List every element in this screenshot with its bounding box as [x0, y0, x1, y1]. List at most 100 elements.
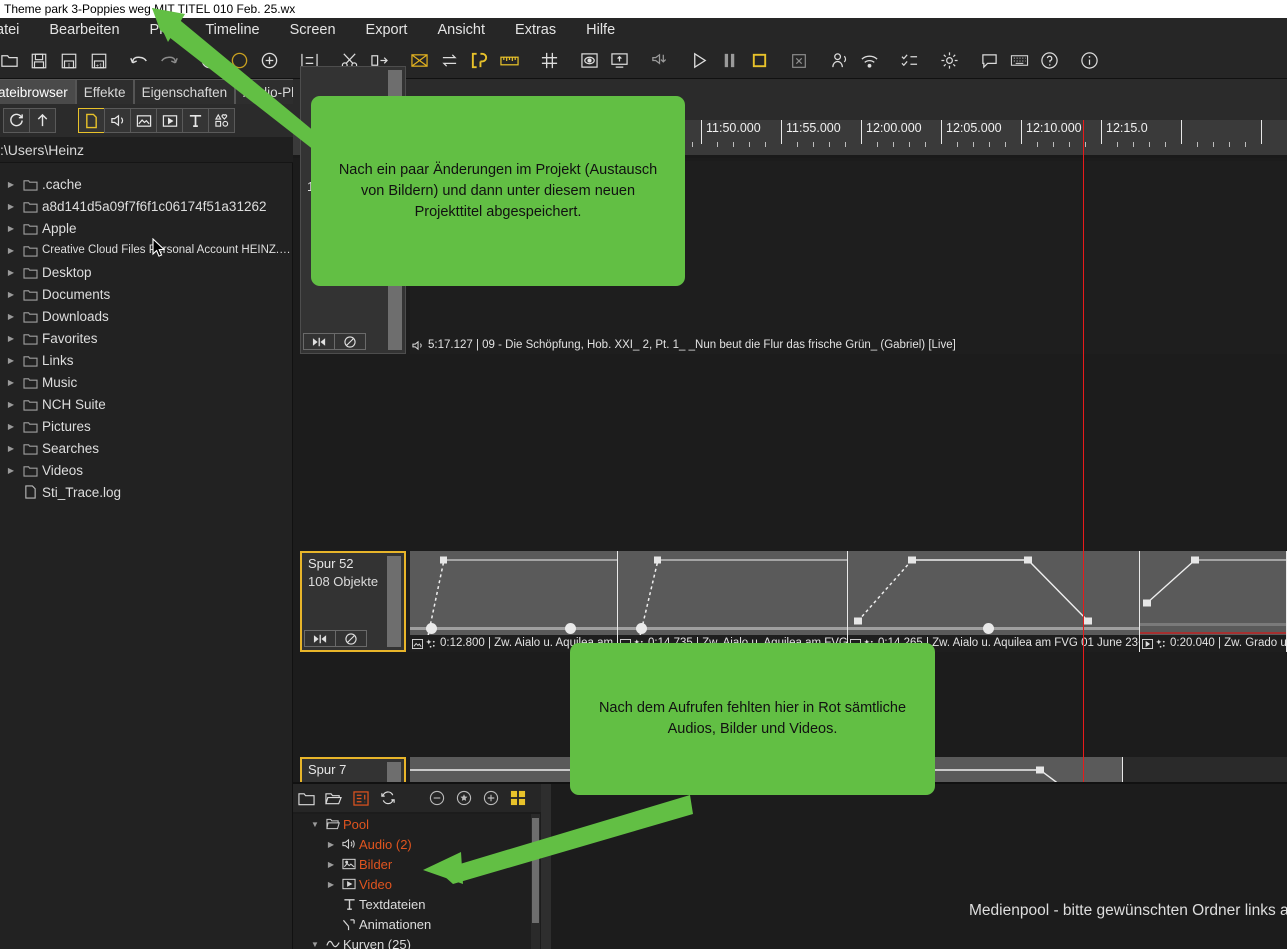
stop-icon[interactable] [744, 46, 774, 76]
track-center-icon[interactable] [304, 630, 336, 647]
expand-arrow-icon[interactable]: ▶ [4, 312, 18, 321]
image-filter-icon[interactable] [130, 108, 157, 133]
audio-filter-icon[interactable] [104, 108, 131, 133]
track-volume-slider[interactable] [387, 556, 401, 647]
preview-monitor-icon[interactable] [574, 46, 604, 76]
list-item[interactable]: ▶ Documents [0, 283, 293, 305]
open-folder-icon[interactable] [320, 785, 347, 811]
expand-arrow-icon[interactable]: ▶ [4, 466, 18, 475]
expand-arrow-icon[interactable]: ▶ [4, 180, 18, 189]
tree-item-textdateien[interactable]: Textdateien [293, 894, 531, 914]
list-item[interactable]: ▶ Downloads [0, 305, 293, 327]
zoom-in-icon[interactable] [477, 785, 504, 811]
expand-arrow-icon[interactable]: ▶ [323, 840, 339, 849]
track-body[interactable]: 0:12.800 | Zw. Aialo u. Aquilea am FVG 0… [410, 551, 1287, 652]
media-pool-tree[interactable]: ▼ Pool ▶ Audio (2) ▶ Bilder ▶ Video Text… [293, 814, 531, 949]
menu-item-extras[interactable]: Extras [500, 18, 571, 43]
zoom-out-icon[interactable] [194, 46, 224, 76]
media-pool-content[interactable]: Medienpool - bitte gewünschten Ordner li… [551, 784, 1287, 949]
export-frame-icon[interactable] [604, 46, 634, 76]
collapse-arrow-icon[interactable]: ▼ [307, 820, 323, 829]
expand-arrow-icon[interactable]: ▶ [4, 334, 18, 343]
refresh-icon[interactable] [3, 108, 30, 133]
expand-arrow-icon[interactable]: ▶ [4, 246, 18, 255]
tab-dateibrowser[interactable]: ateibrowser [0, 79, 76, 104]
expand-arrow-icon[interactable]: ▶ [4, 400, 18, 409]
help-icon[interactable] [1034, 46, 1064, 76]
chroma-key-icon[interactable] [464, 46, 494, 76]
menu-item-hilfe[interactable]: Hilfe [571, 18, 630, 43]
list-item[interactable]: ▶ Creative Cloud Files Personal Account … [0, 239, 293, 261]
new-folder-icon[interactable] [293, 785, 320, 811]
expand-arrow-icon[interactable]: ▶ [4, 290, 18, 299]
track-row[interactable]: Spur 52 108 Objekte 0:12.800 | Zw. Aialo… [293, 551, 1287, 654]
text-filter-icon[interactable] [182, 108, 209, 133]
refresh-icon[interactable] [374, 785, 401, 811]
file-browser-list[interactable]: ▶ .cache ▶ a8d141d5a09f7f6f1c06174f51a31… [0, 167, 293, 949]
tree-item-kurven[interactable]: ▼ Kurven (25) [293, 934, 531, 949]
list-item[interactable]: ▶ Music [0, 371, 293, 393]
undo-icon[interactable] [124, 46, 154, 76]
misc-filter-icon[interactable] [208, 108, 235, 133]
comment-icon[interactable] [974, 46, 1004, 76]
track-mute-icon[interactable] [335, 630, 367, 647]
checklist-icon[interactable] [894, 46, 924, 76]
menu-item-projekt[interactable]: Pr... [135, 18, 191, 43]
pool-splitter[interactable] [541, 784, 551, 949]
expand-arrow-icon[interactable]: ▶ [4, 378, 18, 387]
redo-icon[interactable] [154, 46, 184, 76]
grid-view-icon[interactable] [504, 785, 531, 811]
zoom-in-icon[interactable] [254, 46, 284, 76]
play-icon[interactable] [684, 46, 714, 76]
tab-effekte[interactable]: Effekte [75, 79, 134, 104]
cancel-render-icon[interactable] [784, 46, 814, 76]
info-icon[interactable] [1074, 46, 1104, 76]
list-item[interactable]: ▶ Videos [0, 459, 293, 481]
pool-info-icon[interactable] [347, 785, 374, 811]
list-item[interactable]: ▶ Searches [0, 437, 293, 459]
grid-icon[interactable] [534, 46, 564, 76]
clip[interactable]: 0:14.735 | Zw. Aialo u. Aquilea am FVG 0… [618, 551, 848, 652]
list-item[interactable]: ▶ .cache [0, 173, 293, 195]
tree-item-audio[interactable]: ▶ Audio (2) [293, 834, 531, 854]
list-item[interactable]: ▶ Links [0, 349, 293, 371]
gear-icon[interactable] [934, 46, 964, 76]
list-item[interactable]: Sti_Trace.log [0, 481, 293, 503]
expand-arrow-icon[interactable]: ▶ [4, 422, 18, 431]
track-mute-icon[interactable] [334, 333, 366, 350]
expand-arrow-icon[interactable]: ▶ [4, 356, 18, 365]
ruler-icon[interactable] [494, 46, 524, 76]
zoom-fit-icon[interactable] [224, 46, 254, 76]
list-item[interactable]: ▶ Favorites [0, 327, 293, 349]
crossfade-icon[interactable] [404, 46, 434, 76]
expand-arrow-icon[interactable]: ▶ [323, 880, 339, 889]
video-filter-icon[interactable] [156, 108, 183, 133]
list-item[interactable]: ▶ NCH Suite [0, 393, 293, 415]
list-item[interactable]: ▶ Apple [0, 217, 293, 239]
expand-arrow-icon[interactable]: ▶ [323, 860, 339, 869]
tree-item-animationen[interactable]: Animationen [293, 914, 531, 934]
clip[interactable]: 0:20.040 | Zw. Grado u [1140, 551, 1287, 652]
up-folder-icon[interactable] [29, 108, 56, 133]
playhead[interactable] [1083, 120, 1084, 782]
track-header[interactable]: Spur 52 108 Objekte [300, 551, 406, 652]
menu-item-export[interactable]: Export [351, 18, 423, 43]
menu-item-timeline[interactable]: Timeline [190, 18, 274, 43]
save-as-icon[interactable]: I [54, 46, 84, 76]
wifi-icon[interactable] [854, 46, 884, 76]
track-center-icon[interactable] [303, 333, 335, 350]
menu-item-screen[interactable]: Screen [275, 18, 351, 43]
collapse-arrow-icon[interactable]: ▼ [307, 940, 323, 949]
file-filter-icon[interactable] [78, 108, 105, 133]
speaker-person-icon[interactable] [824, 46, 854, 76]
audio-normalize-icon[interactable] [644, 46, 674, 76]
expand-arrow-icon[interactable]: ▶ [4, 202, 18, 211]
pool-tree-scrollbar[interactable] [531, 814, 540, 949]
tab-eigenschaften[interactable]: Eigenschaften [133, 79, 236, 104]
pause-icon[interactable] [714, 46, 744, 76]
clip[interactable]: 0:12.800 | Zw. Aialo u. Aquilea am FVG 0… [410, 551, 618, 652]
tree-item-bilder[interactable]: ▶ Bilder [293, 854, 531, 874]
open-folder-icon[interactable] [0, 46, 24, 76]
list-item[interactable]: ▶ Desktop [0, 261, 293, 283]
tree-item-video[interactable]: ▶ Video [293, 874, 531, 894]
